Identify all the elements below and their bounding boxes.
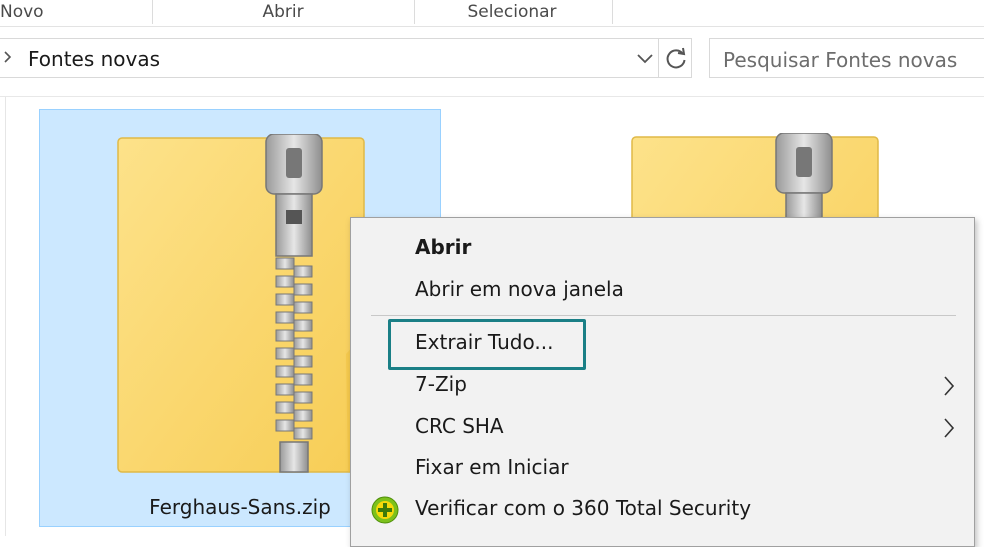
menu-item-label: 7-Zip — [415, 372, 467, 396]
menu-item-360-total-security[interactable]: Verificar com o 360 Total Security — [351, 490, 974, 530]
address-bar[interactable]: Fontes novas — [0, 38, 692, 78]
ribbon-divider — [612, 0, 613, 24]
menu-item-crc-sha[interactable]: CRC SHA — [351, 408, 974, 448]
menu-item-label: Verificar com o 360 Total Security — [415, 496, 752, 520]
chevron-right-icon[interactable] — [2, 46, 14, 73]
menu-item-label: Abrir — [415, 235, 472, 259]
menu-item-label: Abrir em nova janela — [415, 277, 624, 301]
ribbon-group-abrir: Abrir — [262, 2, 304, 22]
menu-item-label: CRC SHA — [415, 414, 504, 438]
refresh-icon[interactable] — [662, 45, 690, 73]
address-path[interactable]: Fontes novas — [28, 47, 160, 71]
360-total-security-icon — [371, 496, 399, 524]
highlight-annotation — [388, 319, 586, 370]
address-divider — [658, 39, 659, 77]
zip-folder-icon — [116, 133, 366, 474]
chevron-down-icon[interactable] — [632, 45, 658, 71]
search-placeholder: Pesquisar Fontes novas — [723, 48, 958, 72]
content-divider — [0, 96, 984, 97]
menu-item-fixar-iniciar[interactable]: Fixar em Iniciar — [351, 449, 974, 489]
search-input[interactable]: Pesquisar Fontes novas — [709, 38, 984, 78]
ribbon-group-novo: Novo — [0, 2, 44, 22]
context-menu: Abrir Abrir em nova janela Extrair Tudo.… — [350, 217, 975, 547]
submenu-arrow-icon — [942, 416, 956, 440]
ribbon-group-selecionar: Selecionar — [467, 2, 557, 22]
menu-item-abrir-nova-janela[interactable]: Abrir em nova janela — [351, 271, 974, 311]
navigation-pane-edge — [5, 97, 6, 536]
menu-separator — [371, 315, 956, 316]
menu-item-abrir[interactable]: Abrir — [351, 229, 974, 269]
menu-item-label: Fixar em Iniciar — [415, 455, 569, 479]
submenu-arrow-icon — [942, 374, 956, 398]
ribbon-group-labels: Novo Abrir Selecionar — [0, 0, 984, 27]
menu-item-7zip[interactable]: 7-Zip — [351, 366, 974, 406]
